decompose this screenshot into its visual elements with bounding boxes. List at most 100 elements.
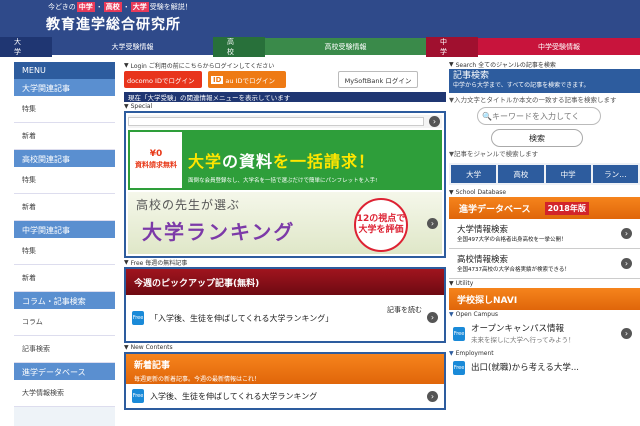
db-year-badge: 2018年版 xyxy=(544,201,589,215)
arrow-right-icon[interactable]: › xyxy=(621,228,632,239)
school-navi-button[interactable]: 学校探しNAVI xyxy=(449,288,640,310)
triangle-icon: ▼ xyxy=(449,311,454,318)
db-item-highschool[interactable]: 高校情報検索 全国4737高校の大学合格実績が検索できる！ › xyxy=(449,249,640,279)
menu-title: MENU xyxy=(14,62,115,79)
new-item-text: 入学後、生徒を伸ばしてくれる大学ランキング xyxy=(150,391,318,401)
utility-label: ▼ Utility xyxy=(449,280,474,287)
search-button[interactable]: 検索 xyxy=(491,129,583,147)
new-box: 新着記事 毎週更新の新着記事。今週の最新情報はこれ！ Free 入学後、生徒を伸… xyxy=(124,352,446,410)
brochure-banner[interactable]: ¥0 資料請求無料 大学の資料を一括請求！ 面倒な会員登録なし、大学名を一括で選… xyxy=(128,130,442,190)
menu-cat-university[interactable]: 大学関連記事 xyxy=(14,79,115,96)
triangle-icon: ▼ xyxy=(124,103,129,110)
free-badge-icon: Free xyxy=(132,311,144,325)
db-label: ▼ School Database xyxy=(449,189,507,196)
menu-item[interactable]: 新着 xyxy=(14,123,115,150)
arrow-right-icon[interactable]: › xyxy=(429,116,440,127)
pickup-label: ▼ Free 毎週の無料記事 xyxy=(124,259,188,267)
brochure-headline: 大学の資料を一括請求！ xyxy=(188,152,376,171)
login-label: ▼ Login ご利用の前にこちらからログインしてください xyxy=(124,61,275,70)
right-column: ▼ Search 全てのジャンルの記事を検索 記事検索 中学から大学まで、すべての… xyxy=(449,60,640,426)
special-bar-fill xyxy=(128,117,424,126)
genre-highschool[interactable]: 高校 xyxy=(498,165,544,183)
arrow-right-icon[interactable]: › xyxy=(621,328,632,339)
side-menu: MENU 大学関連記事 特集 新着 高校関連記事 特集 新着 中学関連記事 特集… xyxy=(14,62,115,426)
softbank-login-button[interactable]: MySoftBank ログイン xyxy=(338,71,418,88)
arrow-right-icon[interactable]: › xyxy=(427,218,438,229)
ranking-banner[interactable]: 高校の先生が選ぶ 大学ランキング 12の視点で大学を評価 › xyxy=(128,192,442,254)
genre-ranking[interactable]: ラン… xyxy=(592,165,638,183)
nav-juniorhigh[interactable]: 中学 中学受験情報 xyxy=(426,36,640,57)
docomo-login-button[interactable]: docomo IDでログイン xyxy=(124,71,202,88)
menu-cat-highschool[interactable]: 高校関連記事 xyxy=(14,150,115,167)
menu-item[interactable]: 記事検索 xyxy=(14,336,115,363)
special-label: ▼ Special xyxy=(124,103,153,110)
free-request-badge: ¥0 資料請求無料 xyxy=(130,132,182,188)
genre-label: ▼記事をジャンルで検索します xyxy=(449,150,539,158)
search-header: 記事検索 中学から大学まで、すべての記事を検索できます。 xyxy=(449,69,640,93)
tagline-pre: 今どきの xyxy=(48,3,76,11)
au-id-icon: ID xyxy=(211,75,224,84)
menu-cat-column[interactable]: コラム・記事検索 xyxy=(14,292,115,309)
triangle-icon: ▼ xyxy=(124,259,129,266)
arrow-right-icon[interactable]: › xyxy=(427,312,438,323)
menu-cat-database[interactable]: 進学データベース xyxy=(14,363,115,380)
free-badge-icon: Free xyxy=(453,361,465,375)
new-header: 新着記事 毎週更新の新着記事。今週の最新情報はこれ！ xyxy=(126,354,444,384)
menu-item[interactable]: コラム xyxy=(14,309,115,336)
au-login-button[interactable]: ID au IDでログイン xyxy=(208,71,286,88)
free-badge-icon: Free xyxy=(453,327,465,341)
special-bar[interactable]: › xyxy=(128,115,442,128)
site-title[interactable]: 教育進学総合研究所 xyxy=(46,14,181,34)
opencampus-item[interactable]: Free オープンキャンパス情報 未来を探しに大学へ行ってみよう！ › xyxy=(449,319,640,349)
ranking-top: 高校の先生が選ぶ xyxy=(136,198,241,212)
genre-university[interactable]: 大学 xyxy=(451,165,497,183)
brochure-sub: 面倒な会員登録なし、大学名を一括で選ぶだけで簡単にパンフレットを入手! xyxy=(188,178,378,184)
read-article-link[interactable]: 記事を読む xyxy=(387,305,422,315)
menu-item[interactable]: 特集 xyxy=(14,96,115,123)
free-badge-icon: Free xyxy=(132,389,144,403)
triangle-icon: ▼ xyxy=(124,61,129,69)
search-input[interactable]: 🔍 キーワードを入力してく xyxy=(477,107,601,125)
triangle-icon: ▼ xyxy=(449,350,454,357)
ranking-circle: 12の視点で大学を評価 xyxy=(354,198,408,252)
pickup-title: 今週のピックアップ記事(無料) xyxy=(126,269,444,295)
db-item-university[interactable]: 大学情報検索 全国497大学の合格者出身高校を一挙公開！ › xyxy=(449,219,640,249)
nav-university[interactable]: 大学 大学受験情報 xyxy=(0,36,213,57)
tag-junior: 中学 xyxy=(76,2,95,12)
triangle-icon: ▼ xyxy=(449,280,454,287)
pickup-box: 今週のピックアップ記事(無料) Free 「入学後、生徒を伸ばしてくれる大学ラン… xyxy=(124,267,446,343)
menu-item[interactable]: 大学情報検索 xyxy=(14,380,115,407)
search-sub: 中学から大学まで、すべての記事を検索できます。 xyxy=(453,82,590,89)
arrow-right-icon[interactable]: › xyxy=(427,391,438,402)
new-label: ▼ New Contents xyxy=(124,344,173,351)
employment-label: ▼ Employment xyxy=(449,350,494,357)
triangle-icon: ▼ xyxy=(449,61,454,68)
triangle-icon: ▼ xyxy=(124,344,129,351)
ranking-main: 大学ランキング xyxy=(142,220,296,244)
menu-item[interactable]: 特集 xyxy=(14,167,115,194)
db-title: 進学データベース xyxy=(459,204,531,215)
db-header: 進学データベース 2018年版 xyxy=(449,197,640,219)
menu-cat-juniorhigh[interactable]: 中学関連記事 xyxy=(14,221,115,238)
triangle-icon: ▼ xyxy=(449,189,454,196)
menu-item[interactable]: 新着 xyxy=(14,265,115,292)
notice-bar: 現在「大学受験」の関連情報メニューを表示しています xyxy=(124,92,446,102)
site-header: 今どきの 中学 ・ 高校 ・ 大学 受験を解説！ 教育進学総合研究所 xyxy=(0,0,640,38)
top-nav: 大学 大学受験情報 高校 高校受験情報 中学 中学受験情報 xyxy=(0,36,640,57)
nav-highschool[interactable]: 高校 高校受験情報 xyxy=(213,36,426,57)
new-item[interactable]: Free 入学後、生徒を伸ばしてくれる大学ランキング › xyxy=(126,384,444,408)
tag-high: 高校 xyxy=(103,2,122,12)
genre-juniorhigh[interactable]: 中学 xyxy=(545,165,591,183)
tagline-post: 受験を解説！ xyxy=(149,3,192,11)
new-sub: 毎週更新の新着記事。今週の最新情報はこれ！ xyxy=(134,376,261,383)
opencampus-label: ▼ Open Campus xyxy=(449,311,499,318)
tag-univ: 大学 xyxy=(130,2,149,12)
menu-item[interactable]: 新着 xyxy=(14,194,115,221)
arrow-right-icon[interactable]: › xyxy=(621,258,632,269)
menu-item[interactable]: 特集 xyxy=(14,238,115,265)
genre-tabs: 大学 高校 中学 ラン… xyxy=(449,163,640,185)
login-row: docomo IDでログイン ID au IDでログイン MySoftBank ロ… xyxy=(124,71,446,89)
search-hint: ▼入力文字とタイトルか本文の一致する記事を検索します xyxy=(449,96,617,104)
pickup-item[interactable]: Free 「入学後、生徒を伸ばしてくれる大学ランキング」 記事を読む › xyxy=(126,295,444,341)
employment-item[interactable]: Free 出口(就職)から考える大学... xyxy=(449,358,640,378)
